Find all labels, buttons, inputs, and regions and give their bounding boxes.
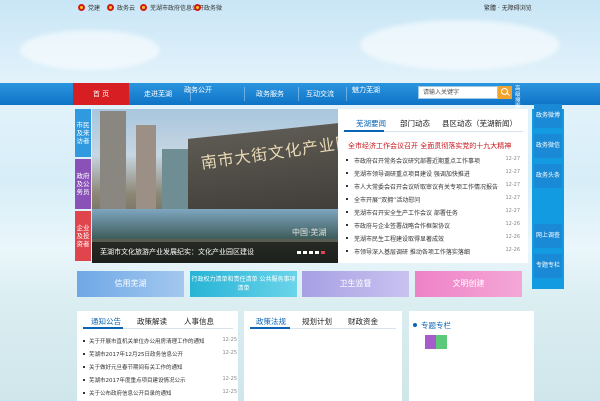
nav-item-service[interactable]: 政务服务 [252,83,288,105]
nav-divider [346,87,347,101]
weibo-icon [194,4,201,11]
accessibility-links[interactable]: 繁體 · 无障碍浏览 [484,3,532,12]
cloud-decoration [360,20,560,70]
party-emblem-icon [78,4,85,11]
carousel-dot-active[interactable] [321,251,325,254]
notice-item[interactable]: 芜湖市2017年度重点项目建设情况公示 12-25 [83,376,237,386]
nav-item-about[interactable]: 走进芜湖 [140,83,176,105]
tab-county-news[interactable]: 县区动态（芜湖新闻） [442,118,517,129]
bullet-icon [346,172,348,174]
tab-regulations[interactable]: 政策法规 [256,316,286,327]
nav-item-charm[interactable]: 魅力芜湖 [348,79,384,101]
news-item[interactable]: 市人大常委会召开会议听取审议有关专项工作情况报告 12-27 [346,182,526,192]
left-tab-government[interactable]: 政府及公务员 [75,159,91,209]
tab-wuhu-news[interactable]: 芜湖要闻 [356,118,386,129]
banner-credit[interactable]: 信用芜湖 [77,271,184,297]
notice-item[interactable]: 芜湖市2017年12月25日政务信息公开 12-25 [83,350,237,360]
photo-carousel[interactable]: 南市大街文化产业园 中国·芜湖 芜湖市文化旅游产业发展纪实：文化产业园区建设 [92,109,338,263]
bullet-icon [83,392,85,394]
national-emblem-icon [140,4,147,11]
carousel-dot[interactable] [297,251,301,254]
top-bar: 党建 政务云 芜湖市政府信息公开 政务微 繁體 · 无障碍浏览 [0,0,600,14]
bullet-icon [83,353,85,355]
nav-item-interact[interactable]: 互动交流 [302,83,338,105]
notice-item[interactable]: 关于做好元旦春节期间有关工作的通知 [83,363,237,373]
special-topic-panel: 专题专栏 [409,311,534,401]
bullet-icon [346,185,348,187]
news-item[interactable]: 市政府与企业签署战略合作框架协议 12-26 [346,221,526,231]
news-item[interactable]: 芜湖市领导调研重点项目建设 强调加快推进 12-27 [346,169,526,179]
bullet-icon [346,198,348,200]
right-tab-wechat[interactable]: 政务微信 [534,134,562,158]
cloud-decoration [20,30,160,70]
news-panel: 芜湖要闻 部门动态 县区动态（芜湖新闻） 全市经济工作会议召开 全面贯彻落实党的… [338,109,528,263]
top-link-party[interactable]: 党建 [78,3,100,12]
news-item[interactable]: 市领导深入基层调研 推动各项工作落实落细 12-26 [346,247,526,257]
advanced-search-link[interactable]: 高级搜索 [515,86,525,110]
banner-power-list[interactable]: 行政权力清单和责任清单 公共服务事项清单 [190,271,297,297]
left-tab-business[interactable]: 企业及投资者 [75,211,91,261]
news-item[interactable]: 芜湖市召开安全生产工作会议 部署任务 12-27 [346,208,526,218]
right-tab-weibo[interactable]: 政务微博 [534,104,562,128]
bullet-icon [83,340,85,342]
news-item[interactable]: 芜湖市民生工程建设取得显著成效 12-26 [346,234,526,244]
special-topic-title: 专题专栏 [421,321,451,330]
tab-notices[interactable]: 通知公告 [91,316,121,327]
building-image [136,125,156,221]
slide-seal-text: 中国·芜湖 [292,228,327,237]
notice-item[interactable]: 关于公布政府信息公开目录的通知 12-25 [83,389,237,399]
tab-personnel[interactable]: 人事信息 [184,316,214,327]
national-emblem-icon [107,4,114,11]
bullet-icon [83,379,85,381]
tab-department-news[interactable]: 部门动态 [400,118,430,129]
nav-home[interactable]: 首 页 [73,83,129,105]
banner-health[interactable]: 卫生监督 [302,271,409,297]
carousel-dot[interactable] [303,251,307,254]
search-button[interactable] [498,86,512,99]
left-tab-citizens[interactable]: 市民及来访者 [75,109,91,157]
bullet-icon [346,159,348,161]
notice-item[interactable]: 关于开展市直机关单位办公用房清理工作的通知 12-25 [83,337,237,347]
tab-policy[interactable]: 政策解读 [137,316,167,327]
tab-finance[interactable]: 财政资金 [348,316,378,327]
nav-divider [244,87,245,101]
title-dot-icon [413,323,417,327]
right-tab-survey[interactable]: 网上调查 [534,224,562,248]
nav-divider [298,87,299,101]
active-tab-indicator [344,130,384,132]
building-image [100,111,126,221]
news-item[interactable]: 全市开展“双拥”活动慰问 12-27 [346,195,526,205]
active-tab-indicator [250,327,290,329]
topic-thumbnail[interactable] [425,335,447,349]
bullet-icon [346,237,348,239]
active-tab-indicator [83,327,123,329]
carousel-dot[interactable] [309,251,313,254]
notice-panel: 通知公告 政策解读 人事信息 关于开展市直机关单位办公用房清理工作的通知 12-2… [77,311,238,401]
bullet-icon [346,211,348,213]
carousel-caption[interactable]: 芜湖市文化旅游产业发展纪实：文化产业园区建设 [92,242,338,263]
right-tab-special[interactable]: 专题专栏 [534,254,562,278]
banner-civilization[interactable]: 文明创建 [415,271,522,297]
search-icon [501,88,508,95]
headline-link[interactable]: 全市经济工作会议召开 全面贯彻落实党的十九大精神 [348,141,511,151]
nav-item-open[interactable]: 政务公开 [180,79,216,101]
news-item[interactable]: 市政府召开常务会议研究部署近期重点工作事项 12-27 [346,156,526,166]
bullet-icon [346,250,348,252]
policy-panel: 政策法规 规划计划 财政资金 [244,311,402,401]
right-tab-toutiao[interactable]: 政务头条 [534,164,562,188]
bullet-icon [346,224,348,226]
carousel-dot[interactable] [315,251,319,254]
top-link-cloud[interactable]: 政务云 [107,3,135,12]
bullet-icon [83,366,85,368]
search-input[interactable]: 请输入关键字 [418,86,498,99]
tab-planning[interactable]: 规划计划 [302,316,332,327]
top-link-weibo[interactable]: 政务微 [194,3,222,12]
